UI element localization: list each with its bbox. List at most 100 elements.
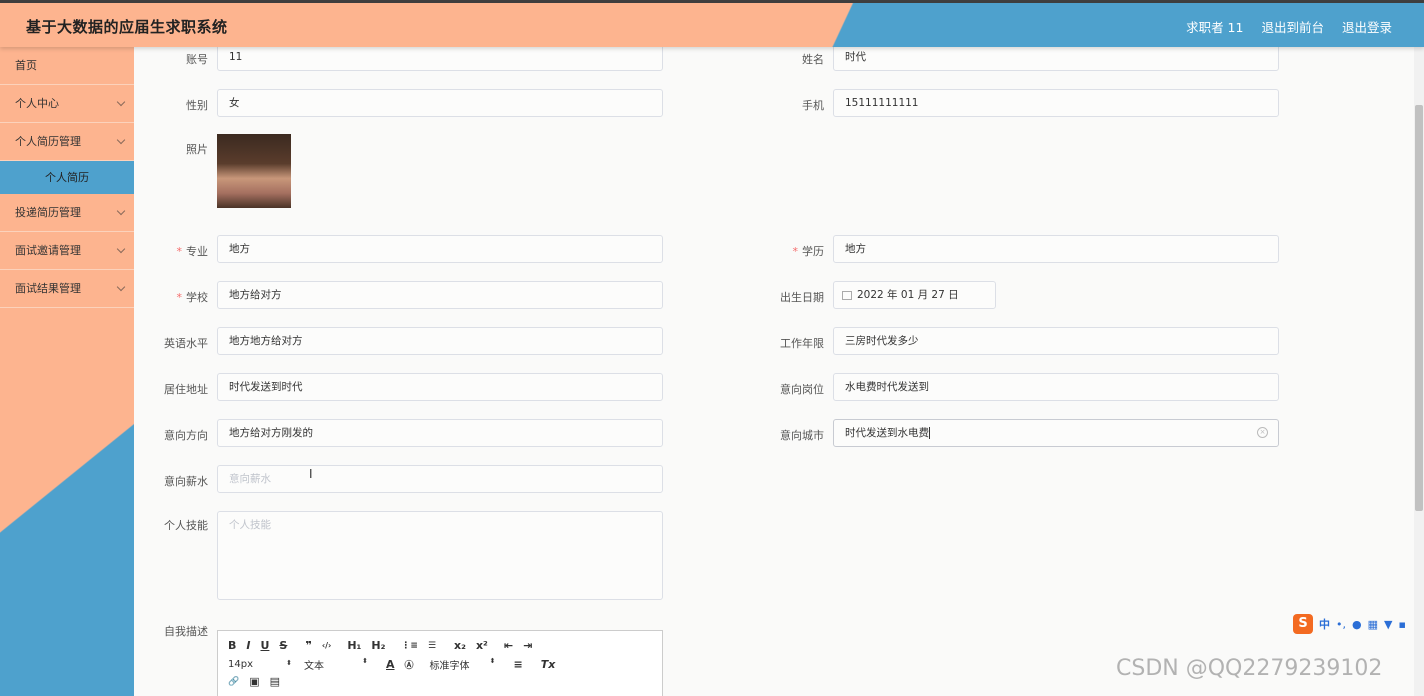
bullet-list-button[interactable]: ☰ xyxy=(428,641,436,651)
chevron-down-icon xyxy=(116,97,126,107)
sogou-logo-icon: S xyxy=(1293,614,1313,634)
bold-button[interactable]: B xyxy=(228,639,236,652)
birthday-label: 出生日期 xyxy=(780,291,824,304)
underline-button[interactable]: U xyxy=(260,639,269,652)
sidebar-item-label: 面试结果管理 xyxy=(15,282,81,295)
ime-mode[interactable]: 中 xyxy=(1319,616,1330,632)
image-icon[interactable]: ▣ xyxy=(249,675,259,688)
sidebar-item-label: 个人简历 xyxy=(45,171,89,184)
salary-label: 意向薪水 xyxy=(164,475,208,488)
app-title: 基于大数据的应届生求职系统 xyxy=(26,18,228,36)
education-field[interactable]: 地方 xyxy=(833,235,1279,263)
strike-button[interactable]: S xyxy=(279,639,287,652)
current-user[interactable]: 求职者 11 xyxy=(1186,17,1243,36)
major-field[interactable]: 地方 xyxy=(217,235,663,263)
scrollbar-thumb[interactable] xyxy=(1415,105,1423,511)
page-scrollbar[interactable] xyxy=(1414,47,1424,696)
code-button[interactable]: ‹/› xyxy=(322,641,332,650)
sidebar-item-home[interactable]: 首页 xyxy=(0,47,134,85)
education-label: * 学历 xyxy=(744,243,825,259)
font-size-select[interactable]: 14px ⬍ xyxy=(228,659,298,670)
superscript-button[interactable]: x² xyxy=(476,639,488,652)
account-field[interactable]: 11 xyxy=(217,47,663,71)
english-field[interactable]: 地方地方给对方 xyxy=(217,327,663,355)
city-field[interactable]: 时代发送到水电费 × xyxy=(833,419,1279,447)
subscript-button[interactable]: x₂ xyxy=(454,639,466,652)
direction-label: 意向方向 xyxy=(164,429,208,442)
gender-field[interactable]: 女 xyxy=(217,89,663,117)
sidebar-item-label: 首页 xyxy=(15,59,37,72)
microphone-icon[interactable]: ● xyxy=(1352,618,1362,631)
city-label: 意向城市 xyxy=(780,429,824,442)
name-label: 姓名 xyxy=(802,53,824,66)
sidebar-item-interview-invite[interactable]: 面试邀请管理 xyxy=(0,232,134,270)
logout-link[interactable]: 退出登录 xyxy=(1342,17,1392,36)
font-color-button[interactable]: A xyxy=(386,658,395,671)
background-color-button[interactable]: Ⓐ xyxy=(405,658,414,671)
direction-field[interactable]: 地方给对方刚发的 xyxy=(217,419,663,447)
watermark: CSDN @QQ2279239102 xyxy=(1116,656,1383,681)
position-field[interactable]: 水电费时代发送到 xyxy=(833,373,1279,401)
italic-button[interactable]: I xyxy=(246,639,250,652)
salary-field[interactable]: 意向薪水 xyxy=(217,465,663,493)
work-years-label: 工作年限 xyxy=(780,337,824,350)
quote-button[interactable]: ❞ xyxy=(305,639,311,652)
school-field[interactable]: 地方给对方 xyxy=(217,281,663,309)
h1-button[interactable]: H₁ xyxy=(347,639,361,652)
sidebar-item-label: 个人简历管理 xyxy=(15,135,81,148)
ime-toolbar[interactable]: S 中 •, ● ▦ ▼ ▪ xyxy=(1293,612,1424,636)
required-mark: * xyxy=(176,245,183,258)
address-field[interactable]: 时代发送到时代 xyxy=(217,373,663,401)
address-label: 居住地址 xyxy=(164,383,208,396)
work-years-field[interactable]: 三房时代发多少 xyxy=(833,327,1279,355)
chevron-down-icon xyxy=(116,244,126,254)
editor-toolbar-row-3: 🔗 ▣ ▤ xyxy=(228,675,290,688)
h2-button[interactable]: H₂ xyxy=(371,639,385,652)
text-type-select[interactable]: 文本 ⬍ xyxy=(304,657,374,672)
photo-label: 照片 xyxy=(186,143,208,156)
birthday-datepicker[interactable]: 2022 年 01 月 27 日 xyxy=(833,281,996,309)
school-label: * 学校 xyxy=(134,289,209,305)
skin-icon[interactable]: ▼ xyxy=(1384,618,1392,631)
sidebar-item-interview-result[interactable]: 面试结果管理 xyxy=(0,270,134,308)
english-label: 英语水平 xyxy=(164,337,208,350)
self-desc-label: 自我描述 xyxy=(164,625,208,638)
editor-toolbar-row-1: B I U S ❞ ‹/› H₁ H₂ ⋮≡ ☰ x₂ x² ⇤ ⇥ xyxy=(228,639,542,652)
font-size-value: 14px xyxy=(228,659,253,670)
name-field[interactable]: 时代 xyxy=(833,47,1279,71)
ordered-list-button[interactable]: ⋮≡ xyxy=(401,641,418,651)
sidebar-item-personal-center[interactable]: 个人中心 xyxy=(0,85,134,123)
clear-format-button[interactable]: Tx xyxy=(541,658,556,671)
sidebar-item-delivery-management[interactable]: 投递简历管理 xyxy=(0,194,134,232)
clear-icon[interactable]: × xyxy=(1257,427,1268,438)
major-label: * 专业 xyxy=(134,243,209,259)
outdent-button[interactable]: ⇤ xyxy=(504,639,513,652)
phone-label: 手机 xyxy=(802,99,824,112)
text-cursor-icon: I xyxy=(309,467,313,481)
sidebar: 首页 个人中心 个人简历管理 个人简历 投递简历管理 面试邀请管理 面试结果管理 xyxy=(0,47,134,696)
font-family-select[interactable]: 标准字体 ⬍ xyxy=(430,657,502,672)
video-icon[interactable]: ▤ xyxy=(270,675,280,688)
ime-punct-icon[interactable]: •, xyxy=(1336,618,1346,631)
education-label-text: 学历 xyxy=(802,245,824,258)
editor-toolbar-row-2: 14px ⬍ 文本 ⬍ A Ⓐ 标准字体 ⬍ ≡ Tx xyxy=(228,657,565,672)
sidebar-item-label: 投递简历管理 xyxy=(15,206,81,219)
text-caret xyxy=(929,427,930,439)
sidebar-item-resume-management[interactable]: 个人简历管理 xyxy=(0,123,134,161)
select-arrows-icon: ⬍ xyxy=(286,659,292,667)
sidebar-subitem-resume[interactable]: 个人简历 xyxy=(0,161,134,194)
chevron-down-icon xyxy=(116,282,126,292)
rich-text-editor[interactable]: B I U S ❞ ‹/› H₁ H₂ ⋮≡ ☰ x₂ x² ⇤ ⇥ 14px ⬍… xyxy=(217,630,663,696)
required-mark: * xyxy=(792,245,799,258)
phone-field[interactable]: 15111111111 xyxy=(833,89,1279,117)
link-icon[interactable]: 🔗 xyxy=(228,677,239,687)
align-button[interactable]: ≡ xyxy=(514,658,523,671)
position-label: 意向岗位 xyxy=(780,383,824,396)
profile-photo[interactable] xyxy=(217,134,291,208)
grid-icon[interactable]: ▪ xyxy=(1398,618,1405,631)
keyboard-icon[interactable]: ▦ xyxy=(1368,618,1378,631)
gender-label: 性别 xyxy=(186,99,208,112)
back-to-front-link[interactable]: 退出到前台 xyxy=(1261,17,1324,36)
indent-button[interactable]: ⇥ xyxy=(523,639,532,652)
skills-textarea[interactable]: 个人技能 xyxy=(217,511,663,600)
